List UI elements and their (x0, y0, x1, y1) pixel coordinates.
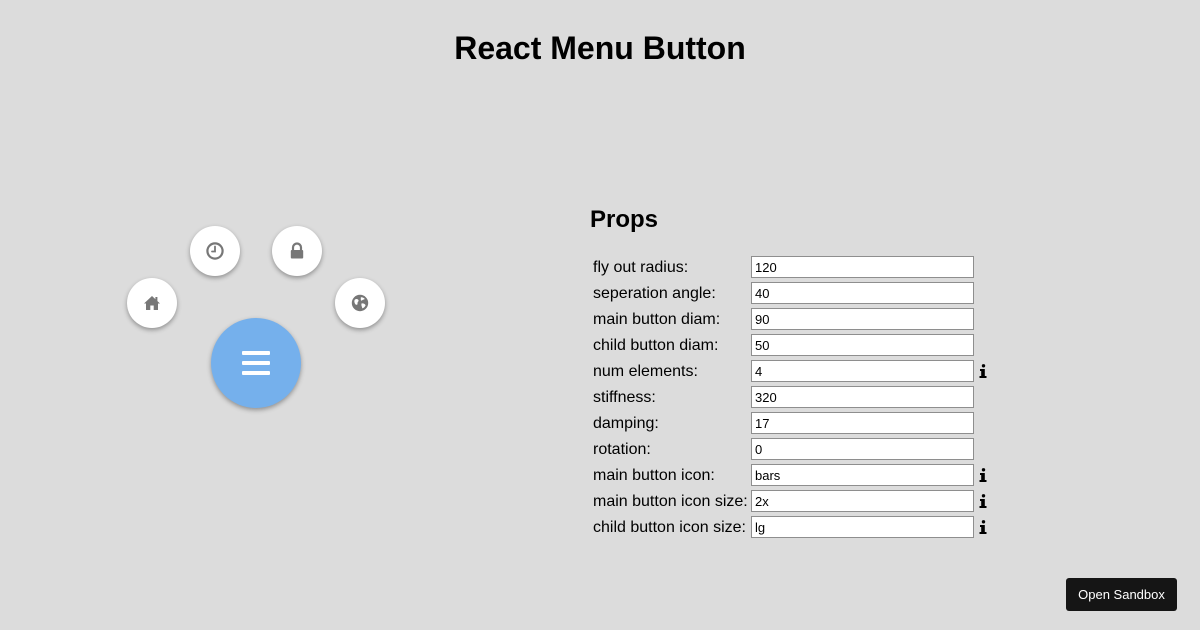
child-button-lock[interactable] (272, 226, 322, 276)
prop-label: num elements: (593, 363, 698, 380)
prop-input[interactable] (751, 490, 974, 512)
prop-row: main button diam: (593, 307, 993, 333)
prop-label: child button diam: (593, 337, 719, 354)
info-icon[interactable] (979, 468, 987, 482)
prop-input[interactable] (751, 516, 974, 538)
prop-row: fly out radius: (593, 255, 993, 281)
prop-label: stiffness: (593, 389, 656, 406)
prop-input[interactable] (751, 334, 974, 356)
prop-input[interactable] (751, 412, 974, 434)
prop-row: child button diam: (593, 333, 993, 359)
lock-icon (290, 242, 304, 259)
prop-input[interactable] (751, 386, 974, 408)
prop-row: seperation angle: (593, 281, 993, 307)
home-icon (144, 296, 160, 310)
prop-row: child button icon size: (593, 515, 993, 541)
main-menu-button[interactable] (211, 318, 301, 408)
prop-row: rotation: (593, 437, 993, 463)
info-icon[interactable] (979, 364, 987, 378)
info-icon[interactable] (979, 494, 987, 508)
prop-label: main button icon size: (593, 493, 748, 510)
prop-row: main button icon: (593, 463, 993, 489)
prop-row: main button icon size: (593, 489, 993, 515)
prop-label: rotation: (593, 441, 651, 458)
prop-row: stiffness: (593, 385, 993, 411)
child-button-home[interactable] (127, 278, 177, 328)
prop-input[interactable] (751, 282, 974, 304)
info-icon[interactable] (979, 520, 987, 534)
globe-icon (351, 294, 369, 312)
open-sandbox-button[interactable]: Open Sandbox (1066, 578, 1177, 611)
prop-input[interactable] (751, 256, 974, 278)
clock-icon (206, 242, 224, 260)
prop-input[interactable] (751, 308, 974, 330)
prop-label: fly out radius: (593, 259, 689, 276)
menu-button-demo (0, 0, 560, 630)
props-panel: Props fly out radius: seperation angle: ma… (590, 200, 1010, 538)
bars-icon (242, 351, 270, 375)
props-heading: Props (590, 206, 659, 233)
prop-label: main button diam: (593, 311, 721, 328)
props-table: fly out radius: seperation angle: main but… (593, 255, 993, 541)
prop-row: damping: (593, 411, 993, 437)
prop-label: damping: (593, 415, 659, 432)
prop-input[interactable] (751, 360, 974, 382)
prop-input[interactable] (751, 438, 974, 460)
prop-label: child button icon size: (593, 519, 746, 536)
child-button-globe[interactable] (335, 278, 385, 328)
child-button-clock[interactable] (190, 226, 240, 276)
prop-label: main button icon: (593, 467, 715, 484)
prop-label: seperation angle: (593, 285, 716, 302)
prop-row: num elements: (593, 359, 993, 385)
prop-input[interactable] (751, 464, 974, 486)
